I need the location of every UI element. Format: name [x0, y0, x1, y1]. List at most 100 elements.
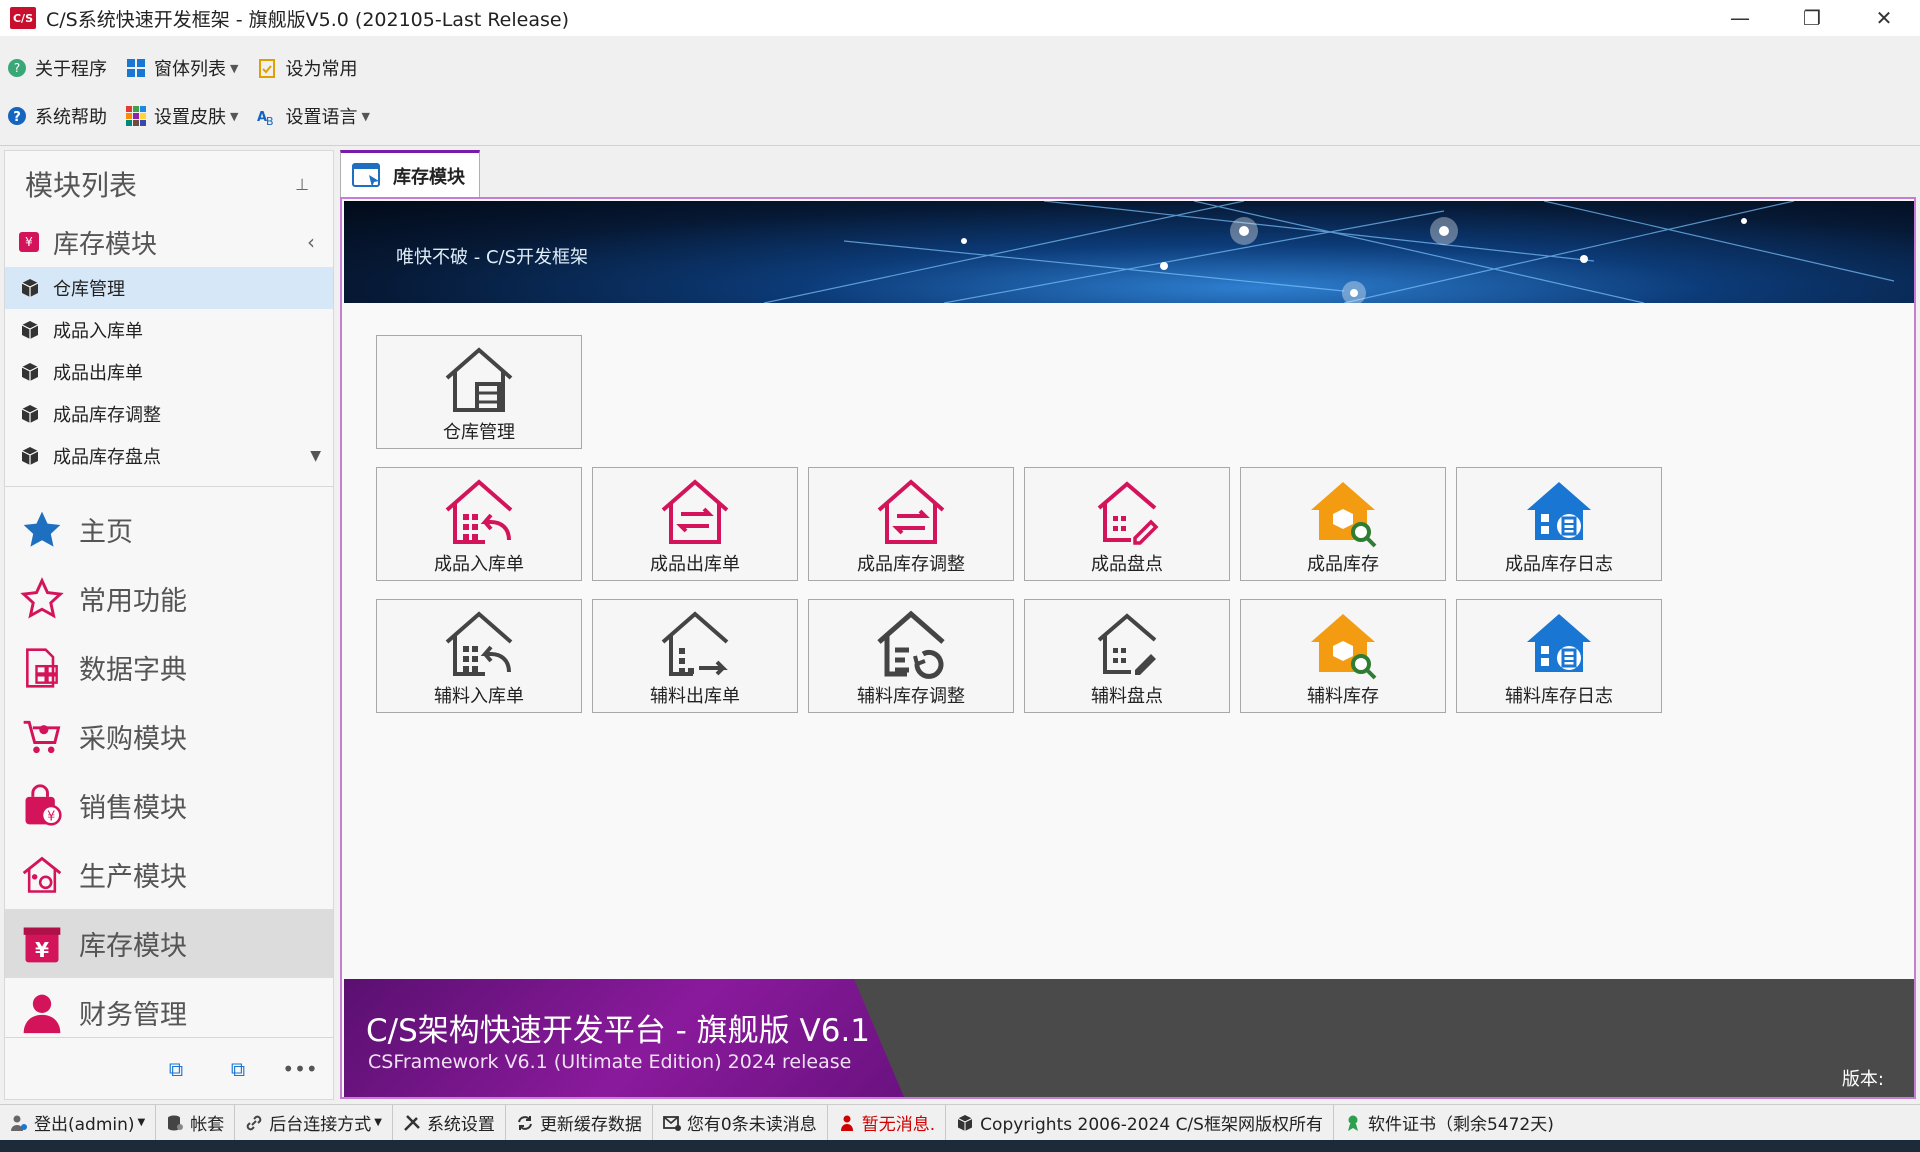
sidebar-item-label: 成品库存盘点 — [53, 447, 161, 468]
sidebar-item-label: 成品库存调整 — [53, 405, 161, 426]
help-icon: ? — [6, 105, 28, 127]
chevron-down-icon: ▼ — [374, 1117, 382, 1128]
nav-sales[interactable]: ¥ 销售模块 — [5, 771, 333, 840]
tile-product-count[interactable]: 成品盘点 — [1024, 467, 1230, 581]
system-settings-label: 系统设置 — [426, 1115, 495, 1135]
overflow-left-icon[interactable]: ⧉ — [161, 1054, 191, 1084]
set-language-button[interactable]: AB 设置语言 ▼ — [256, 103, 369, 129]
tile-product-adjust[interactable]: 成品库存调整 — [808, 467, 1014, 581]
nav-inventory[interactable]: ¥ 库存模块 — [5, 909, 333, 978]
nav-label: 财务管理 — [79, 1000, 187, 1031]
help-label: 系统帮助 — [35, 107, 107, 128]
tile-label: 辅料出库单 — [650, 686, 740, 707]
set-skin-button[interactable]: 设置皮肤 ▼ — [125, 103, 238, 129]
factory-icon — [17, 850, 67, 900]
nav-favorites[interactable]: 常用功能 — [5, 564, 333, 633]
sidebar-item-label: 成品入库单 — [53, 321, 143, 342]
tile-warehouse[interactable]: 仓库管理 — [376, 335, 582, 449]
group-header-inventory[interactable]: ¥ 库存模块 ‹ — [5, 217, 333, 267]
notification-label: 暂无消息. — [861, 1115, 936, 1135]
language-icon: AB — [256, 105, 278, 127]
scroll-down-icon[interactable]: ▼ — [310, 448, 321, 464]
svg-text:¥: ¥ — [47, 809, 55, 824]
tile-label: 成品入库单 — [434, 554, 524, 575]
toolbar-row-2: ? 系统帮助 设置皮肤 ▼ AB 设置语言 ▼ — [6, 96, 388, 136]
tile-product-stock[interactable]: 成品库存 — [1240, 467, 1446, 581]
connection-mode-button[interactable]: 后台连接方式 ▼ — [235, 1104, 393, 1141]
tile-product-out[interactable]: 成品出库单 — [592, 467, 798, 581]
account-set-button[interactable]: 帐套 — [156, 1104, 236, 1141]
set-language-label: 设置语言 — [285, 107, 358, 128]
notification-status[interactable]: 暂无消息. — [828, 1104, 947, 1141]
tile-label: 成品库存 — [1307, 554, 1379, 575]
sidebar-item-product-in[interactable]: 成品入库单 — [5, 309, 333, 351]
app-logo-icon: C/S — [10, 7, 36, 29]
about-icon: ? — [6, 57, 28, 79]
tile-material-out[interactable]: 辅料出库单 — [592, 599, 798, 713]
logout-button[interactable]: 登出(admin) ▼ — [0, 1104, 157, 1141]
header-banner: 唯快不破 - C/S开发框架 — [344, 201, 1914, 303]
cube-icon — [21, 405, 39, 423]
material-count-icon — [1097, 613, 1157, 675]
license-certificate[interactable]: 软件证书（剩余5472天) — [1334, 1105, 1564, 1141]
restore-button[interactable]: ❐ — [1776, 0, 1848, 36]
logout-label: 登出(admin) — [34, 1115, 135, 1135]
tile-label: 辅料盘点 — [1091, 686, 1163, 707]
about-button[interactable]: ? 关于程序 — [6, 55, 107, 81]
alert-person-icon — [838, 1114, 856, 1132]
nav-dictionary[interactable]: 数据字典 — [5, 633, 333, 702]
tile-label: 辅料库存调整 — [857, 686, 965, 707]
nav-production[interactable]: 生产模块 — [5, 840, 333, 909]
version-label: 版本: — [1841, 1069, 1884, 1090]
overflow-right-icon[interactable]: ⧉ — [223, 1054, 253, 1084]
nav-purchase[interactable]: 采购模块 — [5, 702, 333, 771]
tile-material-adjust[interactable]: 辅料库存调整 — [808, 599, 1014, 713]
tile-label: 辅料库存 — [1307, 686, 1379, 707]
window-list-icon — [125, 57, 147, 79]
toolbar: ? 关于程序 窗体列表 ▼ 设为常用 ? 系统帮助 设置皮肤 ▼ AB 设置语言… — [0, 36, 1920, 146]
unread-messages-button[interactable]: 您有0条未读消息 — [653, 1104, 828, 1141]
tile-material-stock[interactable]: 辅料库存 — [1240, 599, 1446, 713]
tab-inventory[interactable]: 库存模块 — [340, 150, 480, 198]
tile-product-stock-log[interactable]: 成品库存日志 — [1456, 467, 1662, 581]
star-outline-icon — [17, 574, 67, 624]
window-list-button[interactable]: 窗体列表 ▼ — [125, 55, 238, 81]
product-out-icon — [661, 479, 729, 544]
minimize-button[interactable]: — — [1704, 0, 1776, 36]
nav-label: 采购模块 — [79, 724, 187, 755]
sidebar-item-product-adjust[interactable]: 成品库存调整 — [5, 393, 333, 435]
material-in-icon — [445, 611, 513, 676]
tile-material-count[interactable]: 辅料盘点 — [1024, 599, 1230, 713]
tile-material-in[interactable]: 辅料入库单 — [376, 599, 582, 713]
sidebar-item-product-count[interactable]: 成品库存盘点 ▼ — [5, 435, 333, 477]
certificate-icon — [1344, 1114, 1362, 1132]
collapse-icon[interactable]: ‹ — [307, 230, 315, 254]
sidebar-item-product-out[interactable]: 成品出库单 — [5, 351, 333, 393]
pin-icon[interactable]: ⊥ — [295, 175, 309, 194]
close-button[interactable]: ✕ — [1848, 0, 1920, 36]
star-filled-icon — [17, 505, 67, 555]
refresh-cache-button[interactable]: 更新缓存数据 — [506, 1104, 653, 1141]
copyright-info: Copyrights 2006-2024 C/S框架网版权所有 — [946, 1104, 1334, 1141]
shopping-bag-icon: ¥ — [17, 781, 67, 831]
system-settings-button[interactable]: 系统设置 — [393, 1104, 506, 1141]
set-favorite-button[interactable]: 设为常用 — [256, 55, 357, 81]
mail-icon — [663, 1114, 681, 1132]
help-button[interactable]: ? 系统帮助 — [6, 103, 107, 129]
product-adjust-icon — [877, 479, 945, 544]
svg-text:?: ? — [13, 110, 21, 125]
cube-icon — [21, 279, 39, 297]
nav-home[interactable]: 主页 — [5, 495, 333, 564]
tile-label: 成品盘点 — [1091, 554, 1163, 575]
sidebar-item-warehouse[interactable]: 仓库管理 — [5, 267, 333, 309]
svg-text:?: ? — [14, 61, 20, 75]
main-content: 唯快不破 - C/S开发框架 仓库管理 成品入库单 成品出库单 成品库存调整 成… — [340, 197, 1916, 1099]
function-tile-grid: 仓库管理 成品入库单 成品出库单 成品库存调整 成品盘点 成品库存 成品库存日志 — [376, 335, 1676, 735]
dictionary-icon — [17, 643, 67, 693]
more-options-icon[interactable]: ••• — [282, 1054, 317, 1084]
tile-material-stock-log[interactable]: 辅料库存日志 — [1456, 599, 1662, 713]
platform-title: C/S架构快速开发平台 - 旗舰版 V6.1 — [366, 1013, 871, 1049]
window-title: C/S系统快速开发框架 - 旗舰版V5.0 (202105-Last Relea… — [46, 8, 569, 31]
app-window: { "window": { "title": "C/S系统快速开发框架 - 旗舰… — [0, 0, 1920, 1152]
tile-product-in[interactable]: 成品入库单 — [376, 467, 582, 581]
